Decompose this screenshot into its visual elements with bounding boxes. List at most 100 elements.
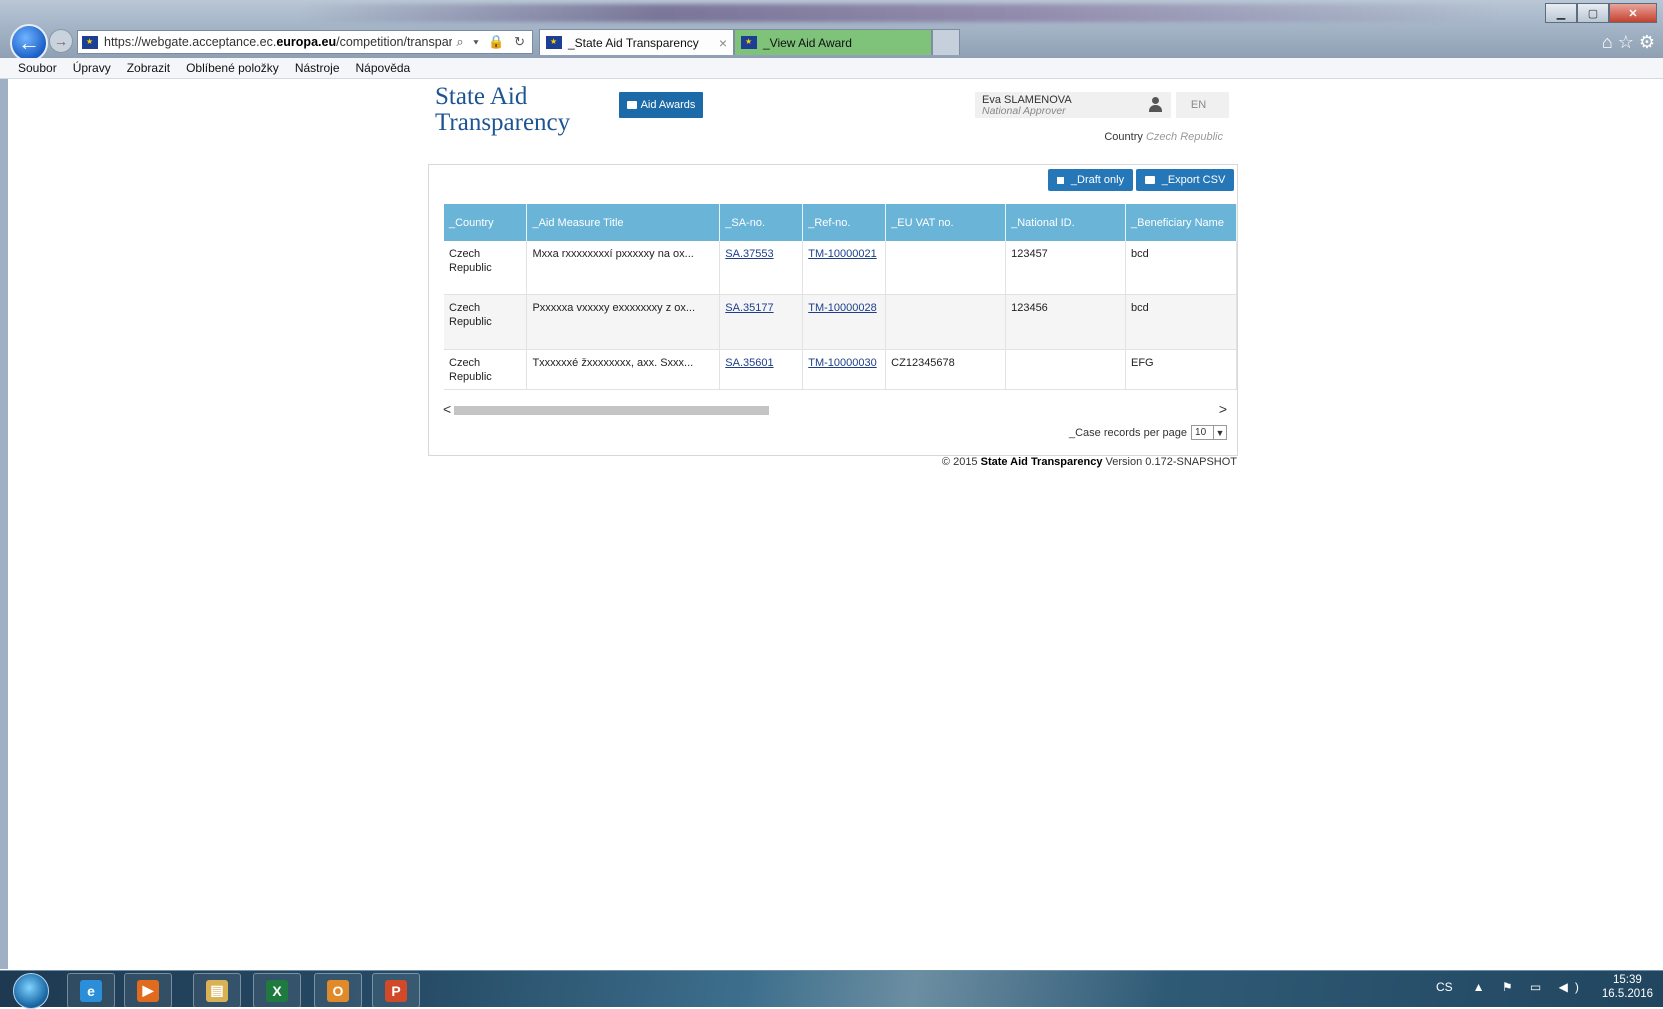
cell-beneficiary-name: bcd (1125, 294, 1237, 350)
start-button[interactable] (13, 973, 49, 1009)
aid-awards-panel: _Draft only _Export CSV _Country _Aid Me… (428, 164, 1238, 456)
cell-national-id: 123457 (1005, 241, 1126, 295)
tab-view-aid-award[interactable]: _View Aid Award (734, 29, 932, 55)
aid-awards-table: _Country _Aid Measure Title _SA-no. _Ref… (444, 204, 1237, 390)
media-player-icon: ▶ (137, 979, 159, 1002)
taskbar-app-outlook[interactable]: O (314, 973, 362, 1008)
menu-item-oblibene[interactable]: Oblíbené položky (186, 61, 279, 75)
outlook-icon: O (327, 979, 349, 1002)
menu-item-napoveda[interactable]: Nápověda (356, 61, 411, 75)
column-header-ref-no[interactable]: _Ref-no. (802, 204, 887, 241)
address-bar[interactable]: https://webgate.acceptance.ec.europa.eu/… (77, 30, 533, 54)
forward-button[interactable]: → (49, 29, 73, 53)
cell-country: Czech Republic (444, 294, 528, 350)
column-header-aid-measure-title[interactable]: _Aid Measure Title (526, 204, 721, 241)
column-header-national-id[interactable]: _National ID. (1005, 204, 1126, 241)
sa-no-link[interactable]: SA.35601 (725, 357, 773, 369)
taskbar: e ▶ ▤ X O P CS ▲ ⚑ ▭ ◀) 15:39 16.5.2016 (0, 970, 1663, 1009)
eu-flag-icon (82, 35, 98, 49)
taskbar-app-explorer[interactable]: ▤ (193, 973, 241, 1008)
clock-date: 16.5.2016 (1601, 988, 1653, 1000)
menu-item-upravy[interactable]: Úpravy (73, 61, 111, 75)
draft-only-button[interactable]: _Draft only (1048, 169, 1133, 191)
taskbar-app-powerpoint[interactable]: P (372, 973, 420, 1008)
close-tab-icon[interactable]: × (719, 35, 727, 51)
ref-no-link[interactable]: TM-10000021 (808, 248, 877, 260)
folder-icon (626, 101, 637, 109)
excel-icon: X (266, 979, 288, 1002)
scroll-right-icon[interactable]: > (1219, 401, 1227, 417)
table-row[interactable]: Czech Republic Mxxa rxxxxxxxxí pxxxxxy n… (444, 241, 1237, 295)
country-label: Country (1104, 131, 1143, 143)
records-per-page: _Case records per page 10 ▼ (1069, 425, 1228, 440)
ref-no-link[interactable]: TM-10000028 (808, 302, 877, 314)
back-arrow-icon: ← (18, 30, 40, 55)
user-role: National Approver (982, 105, 1066, 117)
back-button[interactable]: ← (10, 24, 48, 62)
taskbar-app-excel[interactable]: X (253, 973, 301, 1008)
minimize-button[interactable]: ▁ (1545, 3, 1577, 23)
column-header-country[interactable]: _Country (444, 204, 528, 241)
scrollbar-thumb[interactable] (454, 406, 769, 415)
cell-aid-measure-title: Pxxxxxa vxxxxy exxxxxxxy z ox... (526, 294, 721, 350)
maximize-button[interactable]: ▢ (1577, 3, 1609, 23)
tab-state-aid-transparency[interactable]: _State Aid Transparency × (539, 29, 734, 55)
close-window-button[interactable]: ✕ (1609, 3, 1657, 23)
tray-icons[interactable]: ▲ ⚑ ▭ ◀) (1473, 980, 1586, 994)
cell-aid-measure-title: Txxxxxxé žxxxxxxxx, axx. Sxxx... (526, 349, 721, 390)
column-header-eu-vat-no[interactable]: _EU VAT no. (885, 204, 1007, 241)
copyright: © 2015 (941, 456, 978, 468)
horizontal-scrollbar[interactable]: < > (443, 401, 1235, 417)
footer-app-name: State Aid Transparency (980, 456, 1103, 468)
camera-icon (1144, 176, 1155, 184)
system-tray: CS ▲ ⚑ ▭ ◀) 15:39 16.5.2016 (1436, 973, 1653, 1001)
cell-aid-measure-title: Mxxa rxxxxxxxxí pxxxxxy na ox... (526, 241, 721, 295)
menu-bar: Soubor Úpravy Zobrazit Oblíbené položky … (0, 58, 1663, 79)
taskbar-app-internet-explorer[interactable]: e (67, 973, 115, 1008)
url-domain: europa.eu (276, 35, 337, 49)
tab-label: _State Aid Transparency (568, 35, 699, 50)
cell-ref-no: TM-10000028 (802, 294, 887, 350)
window-controls: ▁ ▢ ✕ (1545, 3, 1657, 23)
user-icon (1149, 97, 1162, 113)
table-row[interactable]: Czech Republic Pxxxxxa vxxxxy exxxxxxxy … (444, 294, 1237, 350)
taskbar-app-media-player[interactable]: ▶ (124, 973, 172, 1008)
menu-item-zobrazit[interactable]: Zobrazit (127, 61, 170, 75)
table-header-row: _Country _Aid Measure Title _SA-no. _Ref… (444, 204, 1237, 241)
address-bar-icons[interactable]: ⌕ ▾ 🔒 ↻ (452, 34, 532, 50)
cell-country: Czech Republic (444, 241, 528, 295)
cell-sa-no: SA.35601 (719, 349, 804, 390)
input-language[interactable]: CS (1436, 980, 1453, 994)
draft-only-label: _Draft only (1070, 174, 1125, 186)
menu-item-nastroje[interactable]: Nástroje (295, 61, 340, 75)
table-row[interactable]: Czech Republic Txxxxxxé žxxxxxxxx, axx. … (444, 349, 1237, 390)
per-page-select[interactable]: 10 ▼ (1191, 425, 1228, 440)
browser-toolbar-icons[interactable]: ⌂ ☆ ⚙ (1602, 32, 1655, 53)
app-title[interactable]: State Aid Transparency (435, 84, 615, 136)
language-button[interactable]: EN (1176, 92, 1229, 118)
column-header-beneficiary-name[interactable]: _Beneficiary Name (1125, 204, 1237, 241)
sa-no-link[interactable]: SA.35177 (725, 302, 773, 314)
country-value: Czech Republic (1145, 131, 1223, 143)
cell-eu-vat-no (885, 294, 1007, 350)
cell-ref-no: TM-10000030 (802, 349, 887, 390)
user-menu[interactable]: Eva SLAMENOVA National Approver (975, 92, 1171, 118)
column-header-sa-no[interactable]: _SA-no. (719, 204, 804, 241)
clock[interactable]: 15:39 16.5.2016 (1602, 973, 1653, 1001)
cell-ref-no: TM-10000021 (802, 241, 887, 295)
checkbox-icon (1056, 176, 1064, 184)
cell-beneficiary-name: bcd (1125, 241, 1237, 295)
url-text[interactable]: https://webgate.acceptance.ec.europa.eu/… (104, 35, 452, 49)
scroll-left-icon[interactable]: < (443, 401, 451, 417)
ref-no-link[interactable]: TM-10000030 (808, 357, 877, 369)
app-title-line2: Transparency (435, 109, 571, 136)
per-page-label: _Case records per page (1069, 426, 1188, 439)
chevron-down-icon: ▼ (1213, 426, 1226, 439)
new-tab-button[interactable] (932, 29, 960, 55)
sa-no-link[interactable]: SA.37553 (725, 248, 773, 260)
export-csv-button[interactable]: _Export CSV (1136, 169, 1234, 191)
browser-chrome: ← → https://webgate.acceptance.ec.europa… (0, 0, 1663, 62)
menu-item-soubor[interactable]: Soubor (18, 61, 57, 75)
aid-awards-button[interactable]: Aid Awards (619, 92, 703, 118)
url-path: /competition/transparency/i (336, 35, 453, 49)
